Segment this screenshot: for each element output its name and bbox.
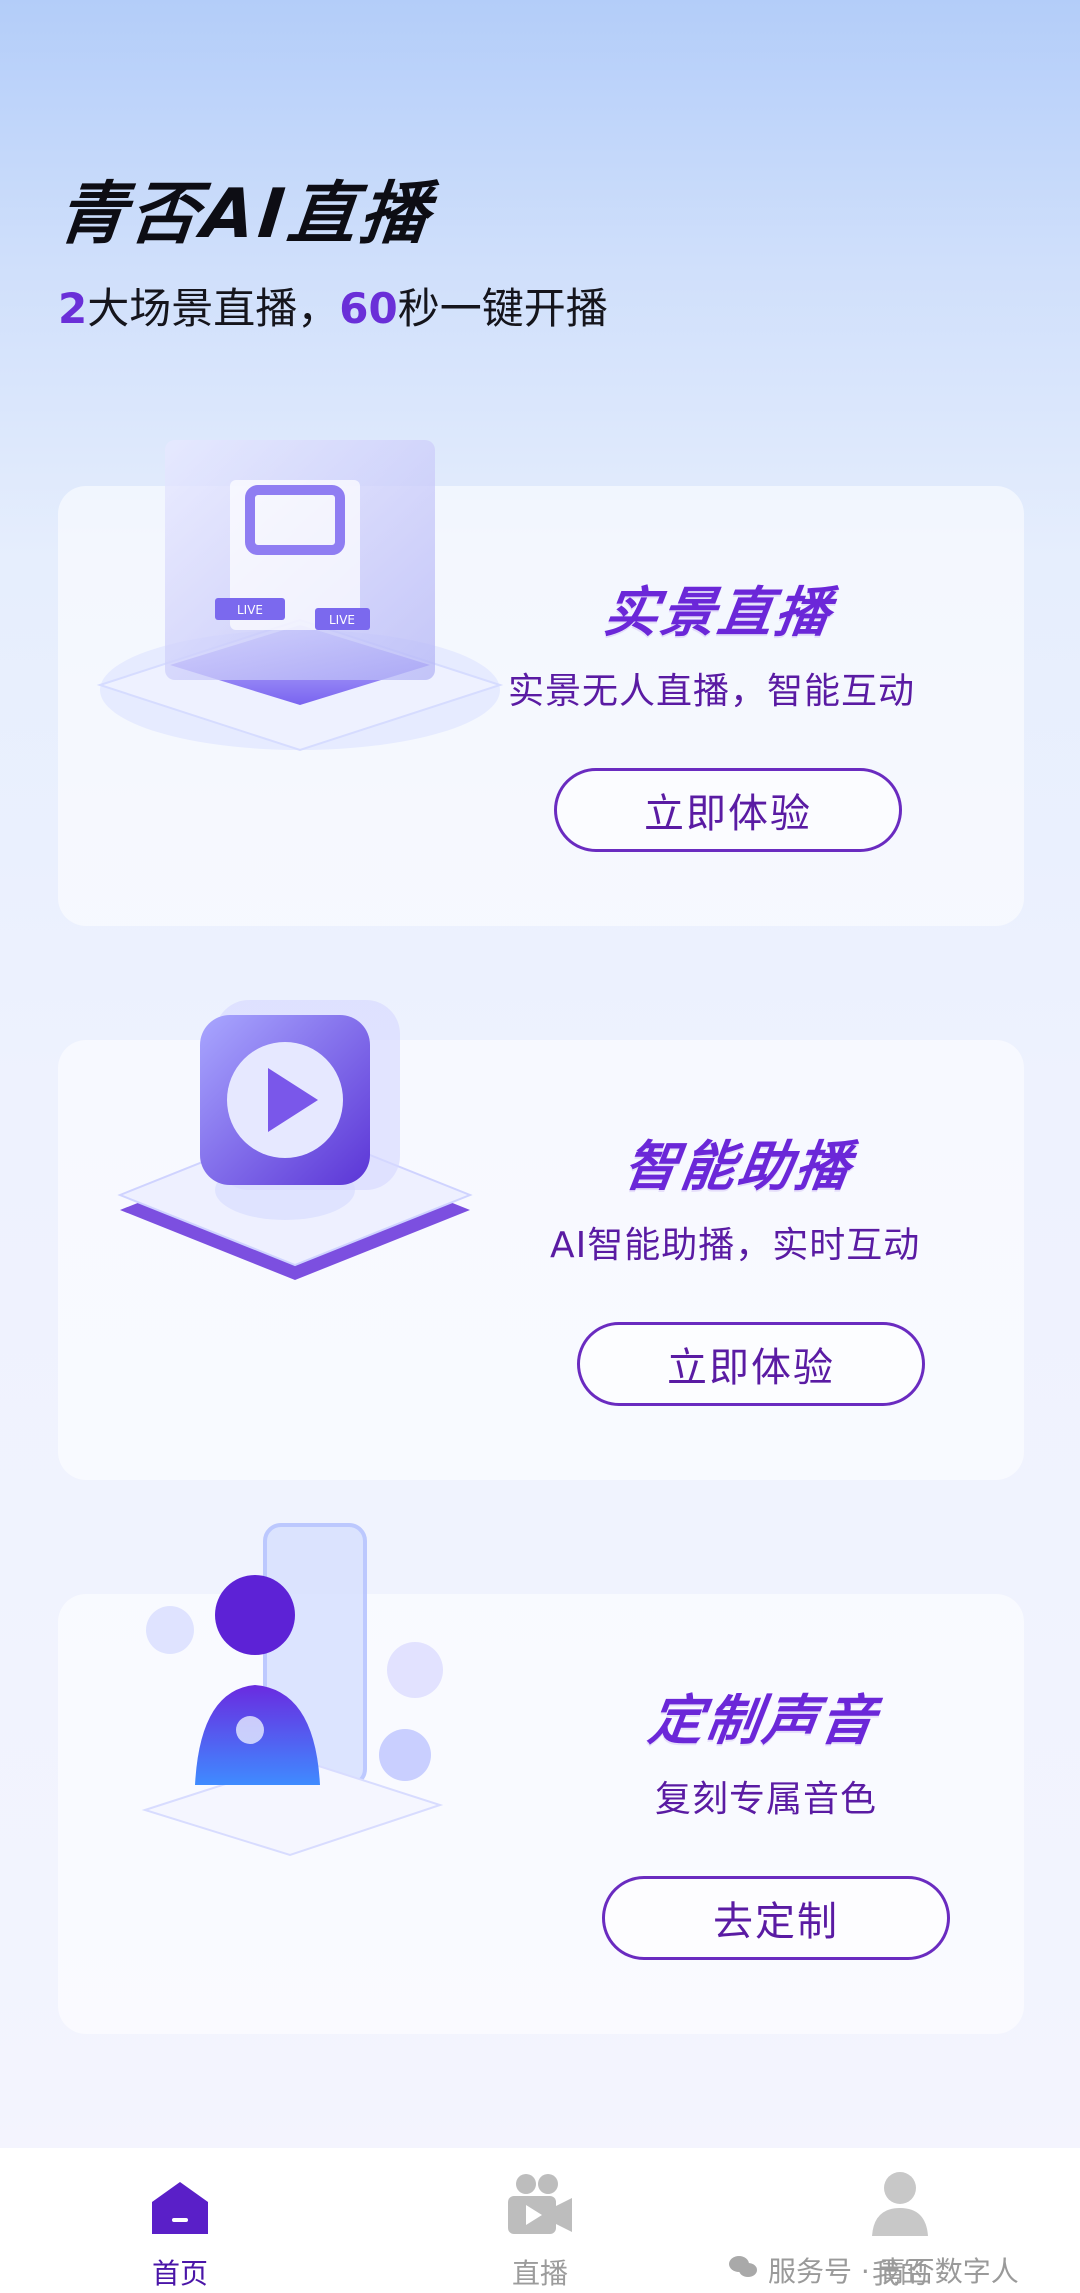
subtitle-number-2: 60 <box>339 283 398 333</box>
svg-text:LIVE: LIVE <box>237 603 263 617</box>
wechat-icon <box>728 2254 758 2287</box>
digital-human-icon <box>141 1523 444 1857</box>
user-icon <box>820 2166 980 2236</box>
live-cube-icon: LIVE LIVE <box>96 440 504 752</box>
tab-home[interactable]: 首页 <box>100 2166 260 2292</box>
card-title: 实景直播 <box>599 581 837 644</box>
app-title: 青否AI直播 <box>53 175 437 254</box>
card-description: AI智能助播，实时互动 <box>550 1225 921 1266</box>
video-camera-icon <box>460 2166 620 2236</box>
watermark: 服务号 · 青否数字人 <box>728 2250 1019 2290</box>
subtitle-text-2: 秒一键开播 <box>397 283 608 333</box>
watermark-text: 服务号 · 青否数字人 <box>768 2255 1019 2288</box>
play-camera-icon <box>117 1000 473 1280</box>
subtitle-text-1: 大场景直播， <box>87 283 340 333</box>
card-description: 复刻专属音色 <box>655 1779 878 1820</box>
header: 青否AI直播 2大场景直播，60秒一键开播 <box>54 175 608 336</box>
svg-text:LIVE: LIVE <box>329 613 355 627</box>
try-now-button[interactable]: 立即体验 <box>554 768 902 852</box>
home-icon <box>100 2166 260 2236</box>
tab-label: 直播 <box>511 2257 568 2290</box>
subtitle-number-1: 2 <box>58 283 88 333</box>
customize-button[interactable]: 去定制 <box>602 1876 950 1960</box>
try-now-button[interactable]: 立即体验 <box>577 1322 925 1406</box>
tab-label: 首页 <box>151 2257 208 2290</box>
tab-live[interactable]: 直播 <box>460 2166 620 2292</box>
subtitle: 2大场景直播，60秒一键开播 <box>58 275 608 336</box>
card-title: 定制声音 <box>644 1689 882 1752</box>
card-title: 智能助播 <box>619 1135 857 1198</box>
card-description: 实景无人直播，智能互动 <box>508 671 916 712</box>
